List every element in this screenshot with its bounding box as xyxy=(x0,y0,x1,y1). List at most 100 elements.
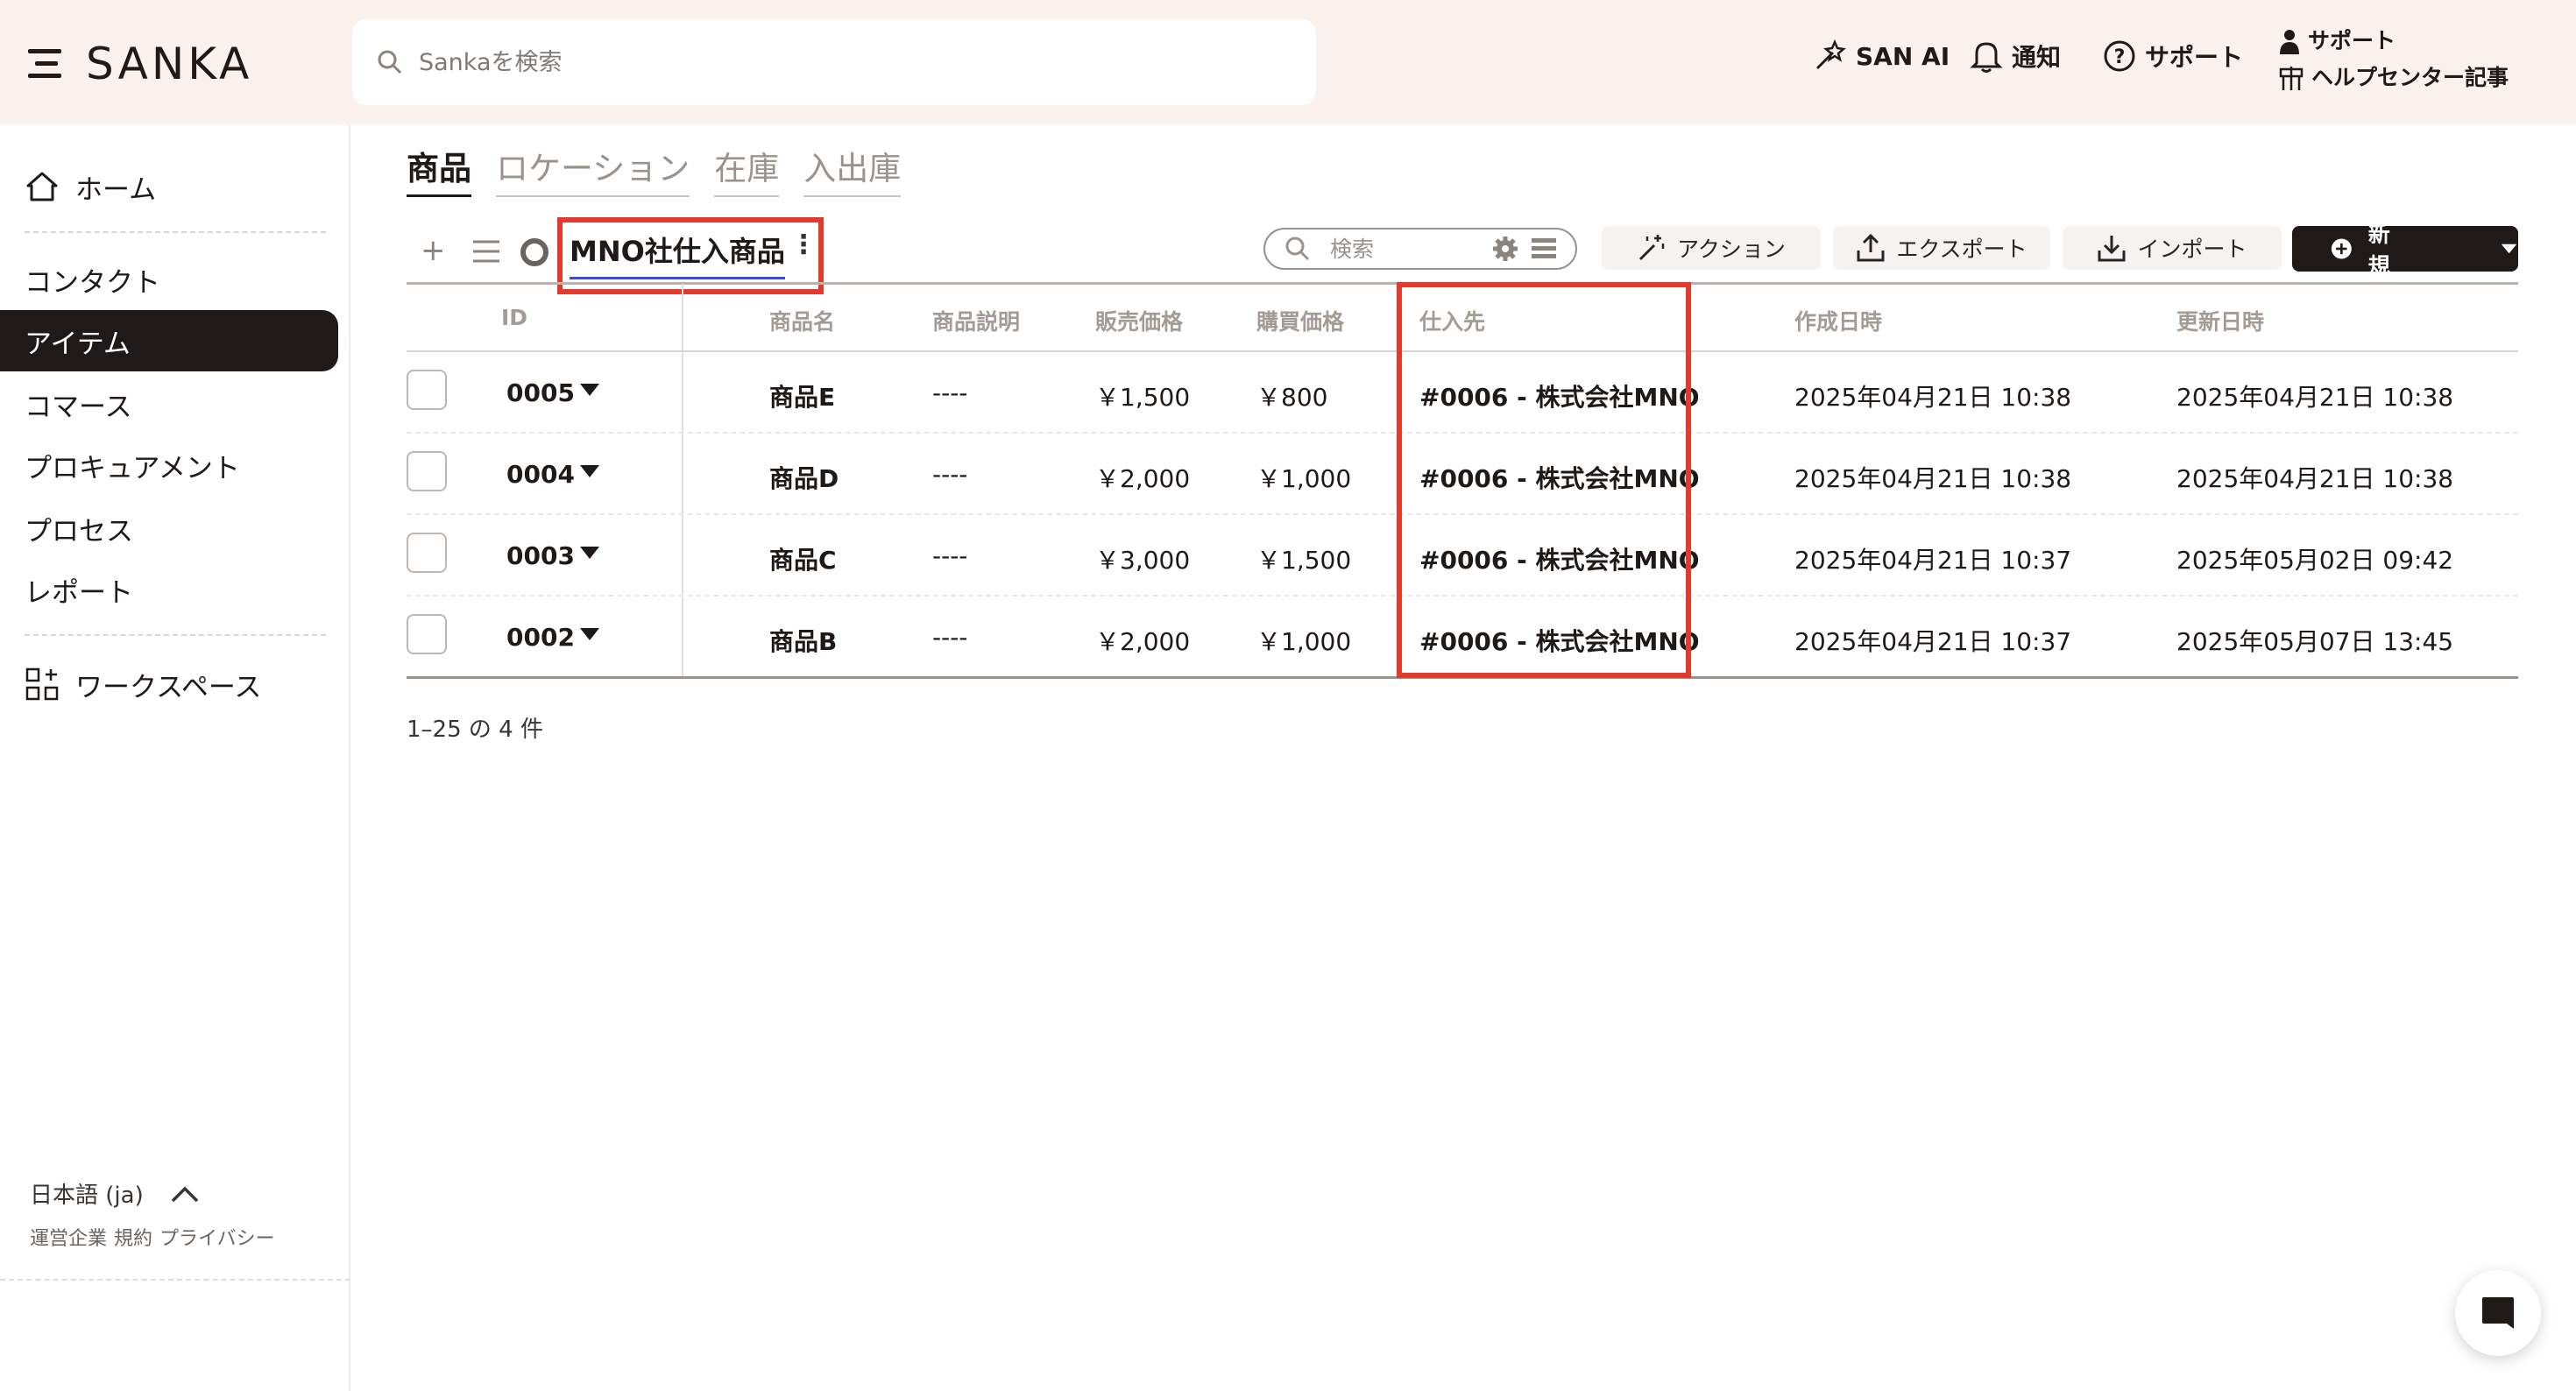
cell-purchase-price: ￥800 xyxy=(1256,383,1328,412)
sidebar-item-label: コマース xyxy=(25,391,132,423)
sidebar-item-label: レポート xyxy=(25,576,133,609)
chat-button[interactable] xyxy=(2455,1270,2541,1356)
cell-updated: 2025年05月02日 09:42 xyxy=(2176,546,2454,575)
global-search-input[interactable] xyxy=(419,48,1207,76)
caret-down-icon[interactable] xyxy=(580,465,599,477)
cell-updated: 2025年04月21日 10:38 xyxy=(2176,464,2454,493)
cell-updated: 2025年05月07日 13:45 xyxy=(2176,627,2454,656)
apps-grid-icon xyxy=(25,667,59,701)
column-header-purchase-price[interactable]: 購買価格 xyxy=(1256,305,1344,336)
plus-circle-icon xyxy=(2331,238,2352,259)
cell-description: ---- xyxy=(932,460,968,489)
table-search-input[interactable] xyxy=(1330,236,1488,262)
cell-name[interactable]: 商品B xyxy=(769,623,837,658)
cell-name[interactable]: 商品C xyxy=(769,541,837,576)
add-view-icon[interactable]: + xyxy=(421,233,446,268)
cell-created: 2025年04月21日 10:37 xyxy=(1794,627,2072,656)
column-header-name[interactable]: 商品名 xyxy=(769,305,835,336)
export-button[interactable]: エクスポート xyxy=(1833,226,2050,270)
action-button[interactable]: アクション xyxy=(1602,226,1821,270)
chevron-down-icon[interactable] xyxy=(2500,242,2518,256)
column-header-sale-price[interactable]: 販売価格 xyxy=(1095,305,1183,336)
cell-purchase-price: ￥1,500 xyxy=(1256,546,1352,575)
cell-sale-price: ￥2,000 xyxy=(1095,627,1191,656)
footer-links: 運営企業 規約 プライバシー xyxy=(30,1223,275,1251)
support-links: サポート ヘルプセンター記事 xyxy=(2278,23,2509,96)
column-header-description[interactable]: 商品説明 xyxy=(932,305,1020,336)
logo[interactable]: SANKA xyxy=(28,39,252,89)
caret-down-icon[interactable] xyxy=(580,384,599,396)
sidebar-item-label: プロセス xyxy=(25,515,133,547)
language-label: 日本語 (ja) xyxy=(30,1183,144,1209)
sidebar-item-contacts[interactable]: コンタクト xyxy=(0,249,338,310)
cell-id[interactable]: 0004 xyxy=(506,460,575,489)
import-label: インポート xyxy=(2137,237,2247,262)
tab-transactions[interactable]: 入出庫 xyxy=(803,142,902,197)
language-selector[interactable]: 日本語 (ja) xyxy=(30,1177,200,1210)
sidebar-item-reports[interactable]: レポート xyxy=(0,559,338,620)
sidebar-item-home[interactable]: ホーム xyxy=(0,156,338,217)
cell-created: 2025年04月21日 10:38 xyxy=(1794,464,2072,493)
sidebar-item-process[interactable]: プロセス xyxy=(0,498,338,559)
cell-id[interactable]: 0003 xyxy=(506,541,575,570)
cell-name[interactable]: 商品E xyxy=(769,378,835,413)
help-center-link[interactable]: ヘルプセンター記事 xyxy=(2278,60,2509,96)
footer-link-privacy[interactable]: プライバシー xyxy=(159,1223,275,1251)
new-button[interactable]: 新規 xyxy=(2292,222,2518,279)
sidebar-divider xyxy=(25,231,326,233)
list-icon[interactable] xyxy=(471,238,501,265)
sidebar-item-label: ワークスペース xyxy=(75,671,262,703)
san-ai-button[interactable]: SAN AI xyxy=(1812,39,1950,74)
row-checkbox[interactable] xyxy=(407,533,447,573)
logo-text: SANKA xyxy=(86,39,253,89)
sidebar-item-workspace[interactable]: ワークスペース xyxy=(0,653,338,715)
tab-inventory[interactable]: 在庫 xyxy=(714,142,780,197)
import-button[interactable]: インポート xyxy=(2063,226,2282,270)
support-button[interactable]: ? サポート xyxy=(2103,39,2243,74)
cell-created: 2025年04月21日 10:38 xyxy=(1794,383,2072,412)
help-circle-icon: ? xyxy=(2104,40,2135,72)
cell-id[interactable]: 0002 xyxy=(506,623,575,652)
sidebar-item-procurement[interactable]: プロキュアメント xyxy=(0,434,338,496)
export-label: エクスポート xyxy=(1896,237,2028,262)
cell-purchase-price: ￥1,000 xyxy=(1256,464,1352,493)
cell-description: ---- xyxy=(932,623,968,652)
row-checkbox[interactable] xyxy=(407,370,447,410)
highlight-box-supplier xyxy=(1397,282,1691,678)
row-checkbox[interactable] xyxy=(407,451,447,491)
caret-down-icon[interactable] xyxy=(580,547,599,559)
cell-id[interactable]: 0005 xyxy=(506,378,575,407)
cell-name[interactable]: 商品D xyxy=(769,460,839,495)
new-label: 新規 xyxy=(2367,222,2390,279)
caret-down-icon[interactable] xyxy=(580,628,599,640)
global-search[interactable] xyxy=(352,19,1316,105)
column-header-id[interactable]: ID xyxy=(501,305,527,330)
sidebar-item-label: プロキュアメント xyxy=(25,452,240,484)
magic-wand-icon xyxy=(1639,235,1665,261)
download-icon xyxy=(2098,236,2126,262)
notifications-button[interactable]: 通知 xyxy=(1970,39,2061,74)
sidebar-item-items[interactable]: アイテム xyxy=(0,310,338,371)
support-link[interactable]: サポート xyxy=(2278,23,2509,60)
support-label: サポート xyxy=(2145,43,2244,72)
sidebar-item-commerce[interactable]: コマース xyxy=(0,373,338,434)
cell-created: 2025年04月21日 10:37 xyxy=(1794,546,2072,575)
bell-icon xyxy=(1970,42,2003,73)
column-header-updated[interactable]: 更新日時 xyxy=(2176,305,2264,336)
footer-link-terms[interactable]: 規約 xyxy=(114,1223,152,1251)
column-header-created[interactable]: 作成日時 xyxy=(1794,305,1882,336)
action-label: アクション xyxy=(1677,237,1786,262)
object-tabs: 商品 ロケーション 在庫 入出庫 xyxy=(407,142,902,197)
search-icon xyxy=(378,50,402,74)
row-checkbox[interactable] xyxy=(407,614,447,654)
menu-icon[interactable] xyxy=(28,46,65,82)
sidebar-item-label: アイテム xyxy=(25,328,131,360)
footer-link-company[interactable]: 運営企業 xyxy=(30,1223,107,1251)
chat-icon xyxy=(2482,1297,2514,1329)
table-search[interactable] xyxy=(1263,228,1577,270)
gear-icon[interactable] xyxy=(1491,235,1519,263)
tab-locations[interactable]: ロケーション xyxy=(496,142,690,197)
tab-products[interactable]: 商品 xyxy=(407,142,471,197)
rows-icon[interactable] xyxy=(1530,237,1558,261)
cell-sale-price: ￥1,500 xyxy=(1095,383,1191,412)
